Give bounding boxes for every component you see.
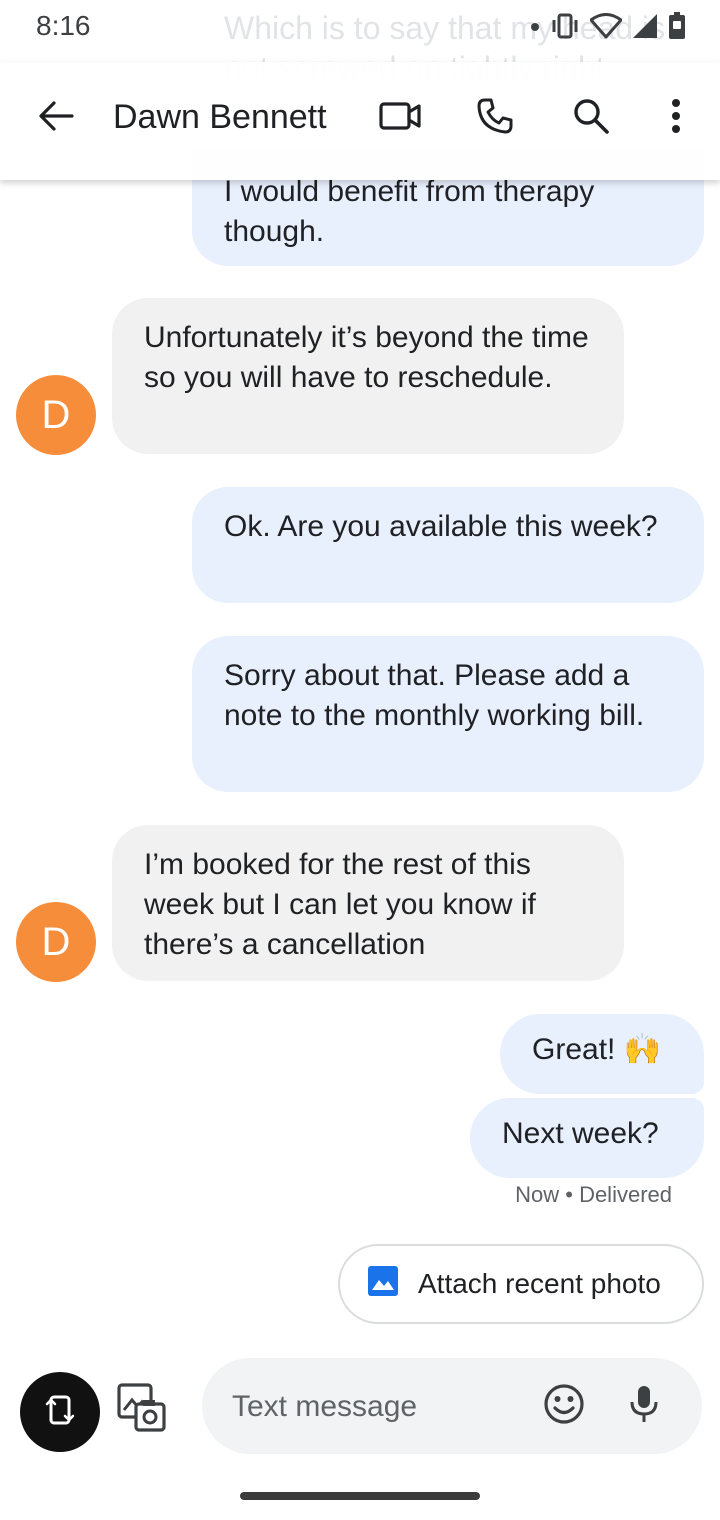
message-bubble-outgoing[interactable]: Next week?: [470, 1098, 704, 1178]
swap-icon: [45, 1392, 75, 1433]
search-icon: [572, 97, 610, 140]
message-bubble-incoming[interactable]: Unfortunately it’s beyond the time so yo…: [112, 298, 624, 454]
video-call-icon: [379, 101, 421, 135]
delivery-status: Now • Delivered: [515, 1182, 672, 1207]
message-bubble-outgoing[interactable]: Great! 🙌: [500, 1014, 704, 1094]
image-icon: [368, 1265, 398, 1303]
voice-input-button[interactable]: [616, 1378, 672, 1434]
emoji-icon: [543, 1383, 585, 1430]
back-arrow-icon: [38, 100, 74, 137]
contact-avatar[interactable]: D: [16, 902, 96, 982]
status-icons: [530, 11, 686, 45]
vibrate-icon: [550, 13, 580, 44]
message-text: I would benefit from therapy though.: [224, 175, 595, 248]
wifi-icon: [589, 12, 623, 44]
attach-recent-photo-label: Attach recent photo: [418, 1268, 661, 1299]
message-text: I’m booked for the rest of this week but…: [144, 848, 536, 961]
attach-recent-photo-chip[interactable]: Attach recent photo: [338, 1244, 704, 1324]
emoji-button[interactable]: [536, 1378, 592, 1434]
microphone-icon: [628, 1384, 660, 1429]
more-vert-icon: [671, 98, 681, 138]
gallery-camera-button[interactable]: [116, 1382, 168, 1434]
toggle-send-mode-button[interactable]: [20, 1372, 100, 1452]
message-text: Next week?: [502, 1117, 659, 1150]
text-message-input[interactable]: [230, 1382, 534, 1432]
message-bubble-outgoing[interactable]: Ok. Are you available this week?: [192, 487, 704, 603]
message-text: Unfortunately it’s beyond the time so yo…: [144, 321, 589, 394]
phone-icon: [476, 97, 514, 140]
message-text: Great! 🙌: [532, 1033, 662, 1066]
more-options-button[interactable]: [648, 90, 704, 146]
video-call-button[interactable]: [372, 90, 428, 146]
battery-icon: [668, 11, 686, 45]
back-button[interactable]: [28, 90, 84, 146]
conversation-app-bar: Dawn Bennett: [0, 62, 720, 180]
contact-avatar[interactable]: D: [16, 375, 96, 455]
phone-call-button[interactable]: [467, 90, 523, 146]
status-time: 8:16: [36, 10, 91, 41]
message-bubble-incoming[interactable]: I’m booked for the rest of this week but…: [112, 825, 624, 981]
signal-icon: [632, 13, 658, 44]
contact-name[interactable]: Dawn Bennett: [113, 98, 327, 137]
message-text: Ok. Are you available this week?: [224, 510, 658, 543]
message-bubble-outgoing[interactable]: Sorry about that. Please add a note to t…: [192, 636, 704, 792]
message-text: Sorry about that. Please add a note to t…: [224, 659, 645, 732]
gesture-nav-handle[interactable]: [240, 1492, 480, 1500]
dot-icon: [530, 19, 540, 37]
search-button[interactable]: [563, 90, 619, 146]
compose-bar: [202, 1358, 702, 1454]
gallery-camera-icon: [116, 1383, 168, 1438]
